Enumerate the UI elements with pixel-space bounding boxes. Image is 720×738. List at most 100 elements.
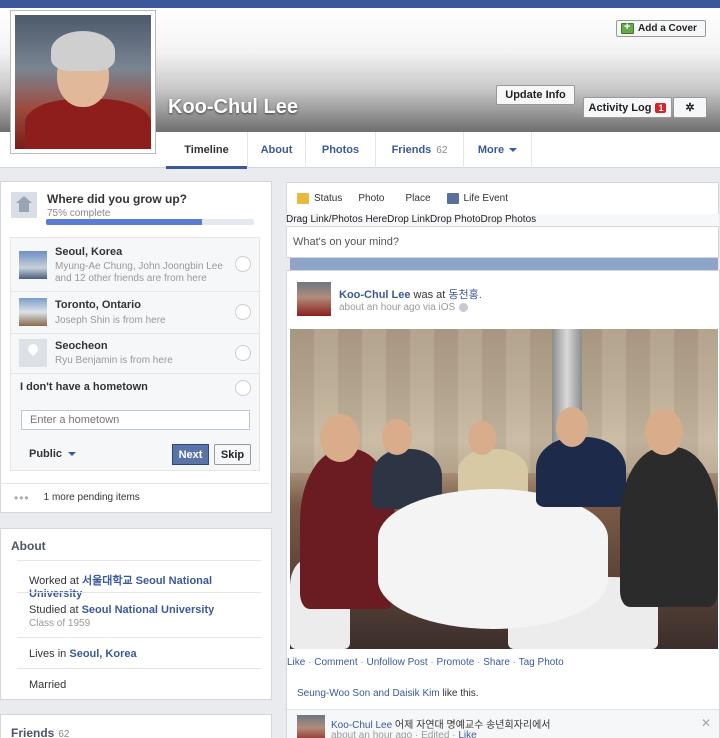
add-cover-button[interactable]: Add a Cover [616,20,706,37]
about-title: About [11,539,46,553]
likes-suffix: like this. [439,688,479,699]
share-link[interactable]: Share [483,657,510,668]
about-relationship: Married [17,668,261,699]
comment-meta: about an hour ago · Edited · Like [331,730,477,738]
more-dots-icon: ••• [14,490,30,505]
progress-fill [46,219,202,225]
status-input[interactable]: What's on your mind? [286,226,719,258]
tab-photos-label: Photos [321,144,360,156]
list-item[interactable]: Seocheon Ryu Benjamin is from here [11,334,259,374]
promote-link[interactable]: Promote [437,657,475,668]
place-label: Place [405,193,431,204]
place-name: Toronto, Ontario [55,299,141,311]
life-event-icon [446,193,459,204]
place-radio[interactable] [235,345,251,361]
tab-timeline-label: Timeline [184,144,229,156]
life-event-label: Life Event [463,193,508,204]
place-radio[interactable] [235,256,251,272]
skip-button[interactable]: Skip [214,444,251,465]
tab-photos[interactable]: Photos [306,132,376,168]
tab-more-label: More [477,144,505,156]
place-link[interactable]: 동천홍. [448,289,481,301]
activity-log-button[interactable]: Activity Log 1 [583,97,672,118]
post-actions: Like · Comment · Unfollow Post · Promote… [287,657,564,668]
hometown-input[interactable] [21,410,250,430]
place-radio[interactable] [235,380,251,396]
comment-like-link[interactable]: Like [458,730,476,738]
next-button[interactable]: Next [172,444,209,465]
likes-summary: Seung-Woo Son and Daisik Kim like this. [297,688,479,699]
place-name: Seocheon [55,340,108,352]
about-work: Worked at 서울대학교 Seoul National Universit… [17,560,261,600]
comment-text: Koo-Chul Lee 어제 자연대 명예교수 송년회자리에서 [331,716,550,731]
chevron-down-icon [509,148,518,152]
list-item[interactable]: Toronto, Ontario Joseph Shin is from her… [11,292,259,334]
map-pin-icon [19,339,47,367]
privacy-selector[interactable]: Public [29,448,77,460]
about-box: About Worked at 서울대학교 Seoul National Uni… [0,528,272,700]
post-photo[interactable] [290,329,718,649]
list-item[interactable]: I don't have a hometown [11,374,259,402]
city-thumbnail [19,298,47,326]
photo-tab[interactable]: Photo [290,193,718,561]
city-thumbnail [19,251,47,279]
life-event-tab[interactable]: Life Event [446,193,508,204]
city-link[interactable]: Seoul, Korea [69,648,136,660]
add-cover-label: Add a Cover [638,23,697,34]
place-desc: Joseph Shin is from here [55,315,166,326]
photo-label: Photo [358,193,385,204]
tab-about[interactable]: About [248,132,306,168]
friends-count: 62 [436,144,448,156]
place-desc: Ryu Benjamin is from here [55,355,173,366]
progress-text: 75% complete [47,208,111,219]
tab-timeline[interactable]: Timeline [166,132,248,169]
relationship-status: Married [29,679,67,691]
profile-photo [15,15,151,149]
comment-timestamp: about an hour ago · Edited · [331,730,459,738]
place-desc: Myung-Ae Chung, John Joongbin Lee and 12… [55,261,223,284]
update-info-button[interactable]: Update Info [496,85,575,105]
likers-link[interactable]: Seung-Woo Son and Daisik Kim [297,688,440,699]
status-tab[interactable]: Status [297,193,342,204]
status-label: Status [314,193,343,204]
hometown-title: Where did you grow up? [47,192,187,206]
close-icon[interactable]: ✕ [701,716,711,730]
pending-items[interactable]: ••• 1 more pending items [0,483,270,511]
add-photo-icon [621,21,634,34]
school-link[interactable]: Seoul National University [82,604,215,616]
friends-title: Friends 62 [11,726,69,738]
status-icon [297,193,309,204]
composer: Status Photo Place Life Event Drag Link/… [286,182,719,561]
privacy-label: Public [29,448,63,460]
list-item[interactable]: Seoul, Korea Myung-Ae Chung, John Joongb… [11,238,259,292]
no-hometown-label: I don't have a hometown [20,381,148,393]
post-meta: about an hour ago via iOS [339,302,469,313]
post-timestamp[interactable]: about an hour ago via iOS [339,302,455,313]
tab-friends[interactable]: Friends 62 [376,132,464,168]
composer-tabs: Status Photo Place Life Event [286,182,719,561]
like-link[interactable]: Like [287,657,305,668]
tab-friends-label: Friends [391,144,432,156]
gear-icon[interactable]: ✲ [673,97,707,118]
about-education: Studied at Seoul National University Cla… [17,592,261,637]
audience-icon[interactable] [459,303,469,312]
place-radio[interactable] [235,304,251,320]
author-avatar[interactable] [297,282,331,316]
place-tab[interactable]: Place [401,193,431,204]
class-year: Class of 1959 [29,618,91,629]
tab-more[interactable]: More [464,132,532,168]
about-prefix: Worked at [29,575,82,587]
tag-photo-link[interactable]: Tag Photo [519,657,564,668]
friends-count: 62 [58,729,70,738]
profile-picture[interactable] [10,10,156,154]
author-link[interactable]: Koo-Chul Lee [339,289,411,301]
comment-link[interactable]: Comment [314,657,357,668]
tab-about-label: About [260,144,293,156]
progress-bar [46,219,254,225]
profile-name: Koo-Chul Lee [168,96,298,118]
friends-box[interactable]: Friends 62 [0,714,272,738]
commenter-avatar[interactable] [297,715,325,738]
chevron-down-icon [68,452,77,456]
about-prefix: Studied at [29,604,82,616]
unfollow-link[interactable]: Unfollow Post [367,657,428,668]
